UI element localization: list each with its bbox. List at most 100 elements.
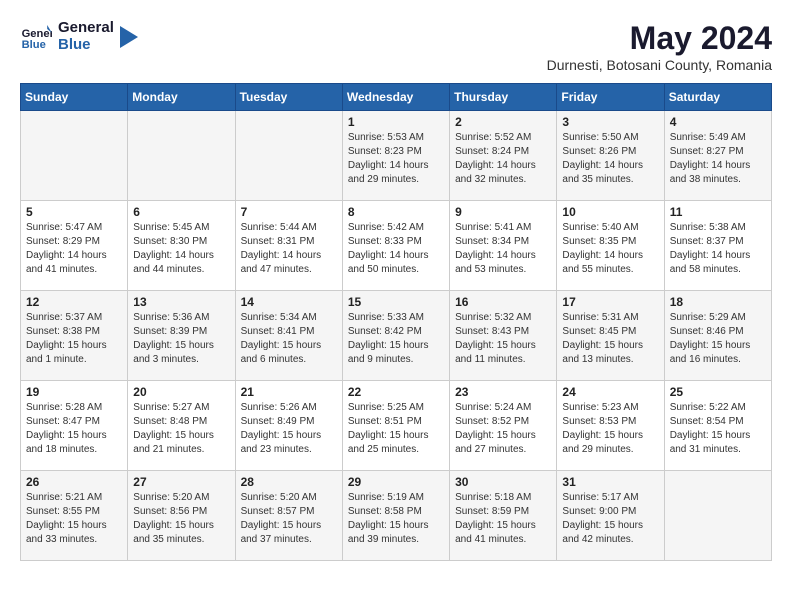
day-info: Sunrise: 5:41 AMSunset: 8:34 PMDaylight:… xyxy=(455,221,551,277)
day-info: Sunrise: 5:45 AMSunset: 8:30 PMDaylight:… xyxy=(133,221,229,277)
logo-text: General xyxy=(58,20,114,37)
day-number: 27 xyxy=(133,475,229,489)
calendar-cell: 16Sunrise: 5:32 AMSunset: 8:43 PMDayligh… xyxy=(450,291,557,381)
day-number: 19 xyxy=(26,385,122,399)
calendar-cell: 4 Sunrise: 5:49 AMSunset: 8:27 PMDaylight… xyxy=(664,111,771,201)
day-number: 18 xyxy=(670,295,766,309)
day-info: Sunrise: 5:20 AMSunset: 8:57 PMDaylight:… xyxy=(241,491,337,547)
calendar-cell: 27 Sunrise: 5:20 AMSunset: 8:56 PMDayligh… xyxy=(128,471,235,561)
weekday-header-sunday: Sunday xyxy=(21,84,128,111)
calendar-cell: 29 Sunrise: 5:19 AMSunset: 8:58 PMDayligh… xyxy=(342,471,449,561)
weekday-header-friday: Friday xyxy=(557,84,664,111)
calendar-cell: 19 Sunrise: 5:28 AMSunset: 8:47 PMDayligh… xyxy=(21,381,128,471)
calendar-cell: 9 Sunrise: 5:41 AMSunset: 8:34 PMDaylight… xyxy=(450,201,557,291)
day-number: 2 xyxy=(455,115,551,129)
day-info: Sunrise: 5:27 AMSunset: 8:48 PMDaylight:… xyxy=(133,401,229,457)
day-info: Sunrise: 5:26 AMSunset: 8:49 PMDaylight:… xyxy=(241,401,337,457)
calendar-cell: 2 Sunrise: 5:52 AMSunset: 8:24 PMDaylight… xyxy=(450,111,557,201)
day-info: Sunrise: 5:33 AMSunset: 8:42 PMDaylight:… xyxy=(348,311,444,367)
calendar-cell xyxy=(664,471,771,561)
location: Durnesti, Botosani County, Romania xyxy=(547,57,772,73)
day-number: 5 xyxy=(26,205,122,219)
day-info: Sunrise: 5:37 AMSunset: 8:38 PMDaylight:… xyxy=(26,311,122,367)
logo: General Blue General Blue xyxy=(20,20,138,53)
day-info: Sunrise: 5:50 AMSunset: 8:26 PMDaylight:… xyxy=(562,131,658,187)
day-number: 21 xyxy=(241,385,337,399)
day-number: 6 xyxy=(133,205,229,219)
day-number: 20 xyxy=(133,385,229,399)
day-info: Sunrise: 5:47 AMSunset: 8:29 PMDaylight:… xyxy=(26,221,122,277)
calendar-cell: 10 Sunrise: 5:40 AMSunset: 8:35 PMDayligh… xyxy=(557,201,664,291)
day-info: Sunrise: 5:31 AMSunset: 8:45 PMDaylight:… xyxy=(562,311,658,367)
day-info: Sunrise: 5:23 AMSunset: 8:53 PMDaylight:… xyxy=(562,401,658,457)
weekday-header-saturday: Saturday xyxy=(664,84,771,111)
day-info: Sunrise: 5:29 AMSunset: 8:46 PMDaylight:… xyxy=(670,311,766,367)
calendar-cell: 14Sunrise: 5:34 AMSunset: 8:41 PMDayligh… xyxy=(235,291,342,381)
day-info: Sunrise: 5:18 AMSunset: 8:59 PMDaylight:… xyxy=(455,491,551,547)
calendar-cell xyxy=(21,111,128,201)
day-info: Sunrise: 5:52 AMSunset: 8:24 PMDaylight:… xyxy=(455,131,551,187)
calendar-cell: 12 Sunrise: 5:37 AMSunset: 8:38 PMDayligh… xyxy=(21,291,128,381)
calendar-cell: 24 Sunrise: 5:23 AMSunset: 8:53 PMDayligh… xyxy=(557,381,664,471)
day-number: 9 xyxy=(455,205,551,219)
calendar-cell: 7Sunrise: 5:44 AMSunset: 8:31 PMDaylight… xyxy=(235,201,342,291)
day-info: Sunrise: 5:36 AMSunset: 8:39 PMDaylight:… xyxy=(133,311,229,367)
calendar-cell: 13 Sunrise: 5:36 AMSunset: 8:39 PMDayligh… xyxy=(128,291,235,381)
calendar-cell: 3Sunrise: 5:50 AMSunset: 8:26 PMDaylight… xyxy=(557,111,664,201)
day-info: Sunrise: 5:24 AMSunset: 8:52 PMDaylight:… xyxy=(455,401,551,457)
day-number: 30 xyxy=(455,475,551,489)
calendar-cell: 25Sunrise: 5:22 AMSunset: 8:54 PMDayligh… xyxy=(664,381,771,471)
calendar-cell: 8 Sunrise: 5:42 AMSunset: 8:33 PMDaylight… xyxy=(342,201,449,291)
day-info: Sunrise: 5:49 AMSunset: 8:27 PMDaylight:… xyxy=(670,131,766,187)
calendar-week-row: 26Sunrise: 5:21 AMSunset: 8:55 PMDayligh… xyxy=(21,471,772,561)
day-info: Sunrise: 5:34 AMSunset: 8:41 PMDaylight:… xyxy=(241,311,337,367)
calendar-cell: 15Sunrise: 5:33 AMSunset: 8:42 PMDayligh… xyxy=(342,291,449,381)
day-number: 11 xyxy=(670,205,766,219)
day-number: 1 xyxy=(348,115,444,129)
weekday-header-monday: Monday xyxy=(128,84,235,111)
day-info: Sunrise: 5:40 AMSunset: 8:35 PMDaylight:… xyxy=(562,221,658,277)
calendar-cell xyxy=(235,111,342,201)
title-area: May 2024 Durnesti, Botosani County, Roma… xyxy=(547,20,772,73)
day-number: 29 xyxy=(348,475,444,489)
calendar-cell: 28 Sunrise: 5:20 AMSunset: 8:57 PMDayligh… xyxy=(235,471,342,561)
day-number: 13 xyxy=(133,295,229,309)
day-number: 26 xyxy=(26,475,122,489)
calendar-cell: 31Sunrise: 5:17 AMSunset: 9:00 PMDayligh… xyxy=(557,471,664,561)
page-header: General Blue General Blue May 2024 Durne… xyxy=(20,20,772,73)
day-number: 17 xyxy=(562,295,658,309)
calendar-cell: 11 Sunrise: 5:38 AMSunset: 8:37 PMDayligh… xyxy=(664,201,771,291)
day-info: Sunrise: 5:53 AMSunset: 8:23 PMDaylight:… xyxy=(348,131,444,187)
day-info: Sunrise: 5:19 AMSunset: 8:58 PMDaylight:… xyxy=(348,491,444,547)
calendar-table: SundayMondayTuesdayWednesdayThursdayFrid… xyxy=(20,83,772,561)
day-number: 8 xyxy=(348,205,444,219)
calendar-cell: 17 Sunrise: 5:31 AMSunset: 8:45 PMDayligh… xyxy=(557,291,664,381)
day-info: Sunrise: 5:20 AMSunset: 8:56 PMDaylight:… xyxy=(133,491,229,547)
day-number: 4 xyxy=(670,115,766,129)
calendar-week-row: 19 Sunrise: 5:28 AMSunset: 8:47 PMDayligh… xyxy=(21,381,772,471)
calendar-cell: 1 Sunrise: 5:53 AMSunset: 8:23 PMDaylight… xyxy=(342,111,449,201)
calendar-cell: 5 Sunrise: 5:47 AMSunset: 8:29 PMDaylight… xyxy=(21,201,128,291)
day-number: 25 xyxy=(670,385,766,399)
day-info: Sunrise: 5:38 AMSunset: 8:37 PMDaylight:… xyxy=(670,221,766,277)
day-info: Sunrise: 5:28 AMSunset: 8:47 PMDaylight:… xyxy=(26,401,122,457)
day-number: 10 xyxy=(562,205,658,219)
day-number: 23 xyxy=(455,385,551,399)
day-number: 24 xyxy=(562,385,658,399)
day-number: 28 xyxy=(241,475,337,489)
calendar-cell: 23 Sunrise: 5:24 AMSunset: 8:52 PMDayligh… xyxy=(450,381,557,471)
calendar-cell: 22Sunrise: 5:25 AMSunset: 8:51 PMDayligh… xyxy=(342,381,449,471)
day-number: 31 xyxy=(562,475,658,489)
calendar-cell: 20 Sunrise: 5:27 AMSunset: 8:48 PMDayligh… xyxy=(128,381,235,471)
weekday-header-thursday: Thursday xyxy=(450,84,557,111)
calendar-cell: 18 Sunrise: 5:29 AMSunset: 8:46 PMDayligh… xyxy=(664,291,771,381)
weekday-header-wednesday: Wednesday xyxy=(342,84,449,111)
calendar-header: SundayMondayTuesdayWednesdayThursdayFrid… xyxy=(21,84,772,111)
calendar-cell: 21 Sunrise: 5:26 AMSunset: 8:49 PMDayligh… xyxy=(235,381,342,471)
logo-arrow-icon xyxy=(120,26,138,48)
day-info: Sunrise: 5:42 AMSunset: 8:33 PMDaylight:… xyxy=(348,221,444,277)
day-number: 12 xyxy=(26,295,122,309)
logo-icon: General Blue xyxy=(20,21,52,53)
day-number: 7 xyxy=(241,205,337,219)
calendar-cell: 26Sunrise: 5:21 AMSunset: 8:55 PMDayligh… xyxy=(21,471,128,561)
